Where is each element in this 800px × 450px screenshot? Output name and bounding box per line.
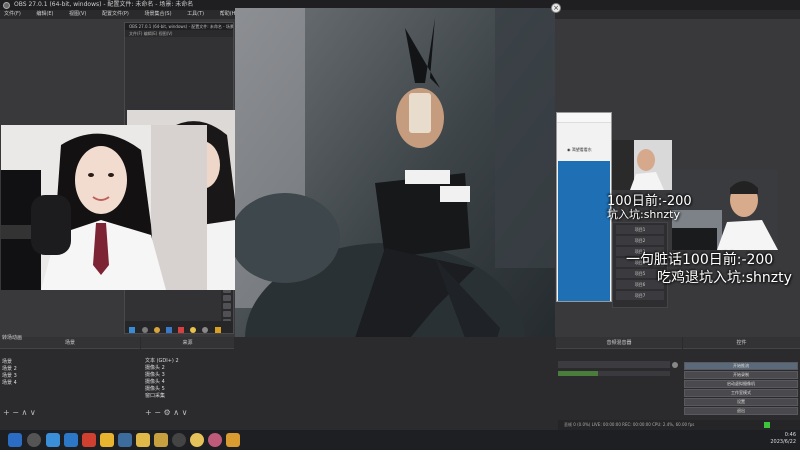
system-tray-clock[interactable]: 0:46 2023/6/22 bbox=[770, 432, 796, 446]
obs-logo-icon bbox=[3, 2, 10, 9]
transitions-dock-header: 转场动画 bbox=[2, 335, 23, 341]
studio-mode-button[interactable]: 工作室模式 bbox=[684, 389, 798, 397]
windows-taskbar: 0:46 2023/6/22 bbox=[0, 430, 800, 450]
menu-scene-collection[interactable]: 场景集合(S) bbox=[144, 11, 171, 17]
move-down-button[interactable]: ∨ bbox=[182, 408, 188, 417]
list-item[interactable]: 项目2 bbox=[616, 236, 664, 245]
start-streaming-button[interactable]: 开始推流 bbox=[684, 362, 798, 370]
overlay-text-1: 一句脏话100日前:-200 bbox=[626, 252, 774, 268]
app-icon[interactable] bbox=[100, 433, 114, 447]
obs-dock-area: 场景 来源 音频混音器 控件 转场动画 场景 场景 2 场景 3 场景 4 文本… bbox=[0, 335, 800, 430]
scene-item[interactable]: 场景 3 bbox=[0, 373, 140, 380]
settings-button[interactable]: 设置 bbox=[684, 398, 798, 406]
status-text: 丢帧 0 (0.0%) LIVE: 00:00:00 REC: 00:00:00… bbox=[564, 422, 695, 427]
add-source-button[interactable]: + bbox=[145, 408, 152, 417]
menu-file[interactable]: 文件(F) bbox=[4, 11, 21, 17]
move-up-button[interactable]: ∧ bbox=[173, 408, 179, 417]
menu-edit[interactable]: 编辑(E) bbox=[36, 11, 53, 17]
move-down-button[interactable]: ∨ bbox=[30, 408, 36, 417]
menu-profile[interactable]: 配置文件(P) bbox=[102, 11, 129, 17]
scenes-toolbar: + − ∧ ∨ bbox=[3, 408, 36, 417]
controls-dock-header: 控件 bbox=[683, 337, 800, 349]
app-icon[interactable] bbox=[190, 433, 204, 447]
steam-icon[interactable] bbox=[118, 433, 132, 447]
sources-dock-header: 来源 bbox=[141, 337, 234, 349]
app-icon[interactable] bbox=[136, 433, 150, 447]
app-icon[interactable] bbox=[46, 433, 60, 447]
sources-toolbar: + − ⚙ ∧ ∨ bbox=[145, 408, 187, 417]
overlay-text-2: 吃鸡退坑入坑:shnzty bbox=[657, 270, 792, 286]
source-item[interactable]: 摄像头 2 bbox=[143, 365, 233, 372]
exit-button[interactable]: 退出 bbox=[684, 407, 798, 415]
side-window-titlebar bbox=[557, 113, 611, 123]
scene-item[interactable]: 场景 2 bbox=[0, 366, 140, 373]
scene-item[interactable]: 场景 4 bbox=[0, 380, 140, 387]
app-icon[interactable] bbox=[226, 433, 240, 447]
side-app-window: ◉ 渴望看看东 bbox=[556, 112, 612, 302]
desktop: OBS 27.0.1 (64-bit, windows) - 配置文件: 未命名… bbox=[0, 0, 800, 450]
window-title: OBS 27.0.1 (64-bit, windows) - 配置文件: 未命名… bbox=[14, 1, 194, 8]
source-item[interactable]: 摄像头 5 bbox=[143, 386, 233, 393]
search-icon[interactable] bbox=[27, 433, 41, 447]
clock-time: 0:46 bbox=[784, 432, 796, 438]
add-scene-button[interactable]: + bbox=[3, 408, 10, 417]
audio-mixer-meter[interactable] bbox=[558, 361, 682, 391]
app-icon[interactable] bbox=[82, 433, 96, 447]
close-icon[interactable]: × bbox=[551, 3, 561, 13]
app-icon[interactable] bbox=[208, 433, 222, 447]
overlay-text-small-2: 坑入坑:shnzty bbox=[607, 208, 680, 221]
app-icon[interactable] bbox=[154, 433, 168, 447]
webcam-feed-streamer bbox=[1, 125, 207, 290]
gear-icon[interactable]: ⚙ bbox=[164, 408, 171, 417]
obs-icon[interactable] bbox=[172, 433, 186, 447]
side-window-button[interactable]: ◉ 渴望看看东 bbox=[567, 145, 592, 155]
remove-source-button[interactable]: − bbox=[154, 408, 161, 417]
menu-tools[interactable]: 工具(T) bbox=[187, 11, 204, 17]
source-item[interactable]: 摄像头 3 bbox=[143, 372, 233, 379]
nested-source-panel bbox=[221, 285, 233, 325]
nested-menubar: 文件(F) 编辑(E) 视图(V) bbox=[125, 30, 233, 37]
sources-list: 文本 (GDI+) 2 摄像头 2 摄像头 3 摄像头 4 摄像头 5 窗口采集 bbox=[143, 358, 233, 400]
virtual-camera-button[interactable]: 启动虚拟摄像机 bbox=[684, 380, 798, 388]
source-item[interactable]: 窗口采集 bbox=[143, 393, 233, 400]
scenes-list: 场景 场景 2 场景 3 场景 4 bbox=[0, 359, 140, 387]
webcam-feed-guy-small bbox=[612, 140, 672, 190]
list-item[interactable]: 项目7 bbox=[616, 291, 664, 300]
mixer-dock-header: 音频混音器 bbox=[556, 337, 682, 349]
side-window-content bbox=[558, 161, 610, 301]
menu-view[interactable]: 视图(V) bbox=[69, 11, 86, 17]
nested-title: OBS 27.0.1 (64-bit, windows) - 配置文件: 未命名… bbox=[125, 23, 233, 30]
webcam-feed-guy-large bbox=[672, 170, 778, 250]
source-item[interactable]: 摄像头 4 bbox=[143, 379, 233, 386]
clock-date: 2023/6/22 bbox=[770, 439, 796, 445]
list-item[interactable]: 项目1 bbox=[616, 225, 664, 234]
move-up-button[interactable]: ∧ bbox=[22, 408, 28, 417]
start-icon[interactable] bbox=[8, 433, 22, 447]
source-item[interactable]: 文本 (GDI+) 2 bbox=[143, 358, 233, 365]
status-indicator-icon bbox=[764, 422, 770, 428]
start-recording-button[interactable]: 开始录制 bbox=[684, 371, 798, 379]
app-icon[interactable] bbox=[64, 433, 78, 447]
scene-item[interactable]: 场景 bbox=[0, 359, 140, 366]
nested-taskbar bbox=[125, 321, 233, 333]
remove-scene-button[interactable]: − bbox=[12, 408, 19, 417]
obs-status-bar: 丢帧 0 (0.0%) LIVE: 00:00:00 REC: 00:00:00… bbox=[558, 420, 800, 430]
